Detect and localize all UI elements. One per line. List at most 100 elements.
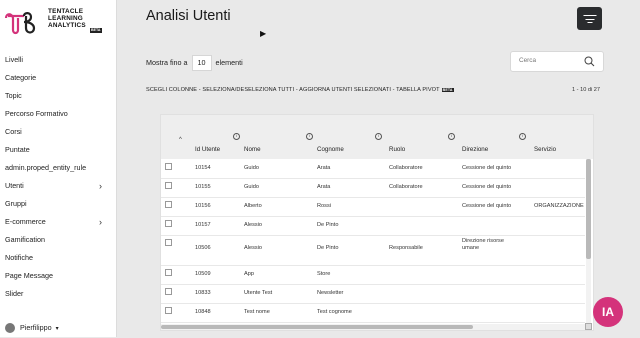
- caret-down-icon: ▾: [55, 326, 59, 332]
- sidebar-item-gruppi[interactable]: Gruppi: [0, 195, 116, 213]
- page-size-select[interactable]: 10: [191, 55, 212, 71]
- sidebar-item-label: Utenti: [5, 181, 24, 190]
- sidebar-item-gamification[interactable]: Gamification: [0, 231, 116, 249]
- page-size-suffix: elementi: [215, 57, 243, 67]
- sidebar-item-label: E-commerce: [5, 217, 46, 226]
- sidebar-item-notifiche[interactable]: Notifiche: [0, 249, 116, 267]
- table-row[interactable]: 10506 Alessio De Pinto Responsabile Direzion…: [161, 235, 585, 266]
- row-checkbox[interactable]: [165, 220, 172, 227]
- filter-button[interactable]: [577, 7, 602, 30]
- sidebar-item-categorie[interactable]: Categorie: [0, 69, 116, 87]
- brand-logo[interactable]: TENTACLE LEARNING ANALYTICS BETA: [4, 8, 112, 38]
- scrollbar-thumb[interactable]: [586, 159, 591, 259]
- ia-assistant-button[interactable]: IA: [593, 297, 623, 327]
- sidebar-item-e-commerce[interactable]: E-commerce ›: [0, 213, 116, 231]
- sidebar-item-label: Gruppi: [5, 199, 27, 208]
- table-cell: 10506: [195, 245, 211, 251]
- column-header[interactable]: Id Utente: [195, 146, 220, 153]
- table-cell: Cessione del quinto: [462, 203, 512, 209]
- avatar: [5, 323, 15, 334]
- info-icon[interactable]: i: [519, 133, 526, 140]
- table-row[interactable]: 10156 Alberto Rossi Cessione del quinto ORGA…: [161, 197, 585, 217]
- sidebar-item-topic[interactable]: Topic: [0, 87, 116, 105]
- sidebar-item-livelli[interactable]: Livelli: [0, 51, 116, 69]
- column-header[interactable]: Servizio: [534, 146, 556, 153]
- table-cell: Collaboratore: [389, 165, 423, 171]
- sort-icon[interactable]: ^: [179, 137, 182, 143]
- user-name: Pierfilippo: [20, 323, 52, 332]
- sidebar-item-label: Page Message: [5, 271, 53, 280]
- table-row[interactable]: 10833 Utente Test Newsletter: [161, 284, 585, 304]
- column-header[interactable]: Ruolo: [389, 146, 405, 153]
- info-icon[interactable]: i: [233, 133, 240, 140]
- user-menu[interactable]: Pierfilippo ▾: [5, 319, 110, 337]
- users-table: ^ Id Utente Nome Cognome Ruolo Direzione Serv…: [160, 114, 594, 331]
- table-cell: Rossi: [317, 203, 331, 209]
- sidebar-item-label: Notifiche: [5, 253, 33, 262]
- table-actions[interactable]: SCEGLI COLONNE - SELEZIONA/DESELEZIONA T…: [146, 87, 454, 93]
- sidebar-menu: Livelli Categorie Topic Percorso Formativo C…: [0, 51, 116, 303]
- row-checkbox[interactable]: [165, 201, 172, 208]
- column-header[interactable]: Cognome: [317, 146, 344, 153]
- table-row[interactable]: 10157 Alessio De Pinto: [161, 216, 585, 236]
- sidebar-item-label: Corsi: [5, 127, 22, 136]
- sidebar-item-corsi[interactable]: Corsi: [0, 123, 116, 141]
- table-row[interactable]: 10155 Guido Arata Collaboratore Cessione del…: [161, 178, 585, 198]
- table-cell: Store: [317, 271, 331, 277]
- vertical-scrollbar[interactable]: [586, 159, 591, 329]
- filter-lines-icon: [583, 15, 596, 17]
- table-cell: Arata: [317, 184, 331, 190]
- info-icon[interactable]: i: [448, 133, 455, 140]
- table-cell: 10154: [195, 165, 211, 171]
- scroll-corner: [585, 323, 592, 330]
- scrollbar-thumb[interactable]: [161, 325, 473, 329]
- table-cell: Alberto: [244, 203, 262, 209]
- table-cell: App: [244, 271, 254, 277]
- table-row[interactable]: 10154 Guido Arata Collaboratore Cessione del…: [161, 159, 585, 179]
- row-checkbox[interactable]: [165, 182, 172, 189]
- table-cell: Utente Test: [244, 290, 273, 296]
- sidebar-item-label: Percorso Formativo: [5, 109, 68, 118]
- table-header: ^ Id Utente Nome Cognome Ruolo Direzione Serv…: [161, 115, 593, 159]
- table-row[interactable]: 10848 Test nome Test cognome: [161, 303, 585, 323]
- chevron-right-icon: ›: [99, 217, 102, 227]
- row-checkbox[interactable]: [165, 269, 172, 276]
- beta-badge: BETA: [90, 28, 102, 33]
- row-checkbox[interactable]: [165, 288, 172, 295]
- sidebar-item-utenti[interactable]: Utenti ›: [0, 177, 116, 195]
- table-cell: ORGANIZZAZIONE: [534, 203, 584, 209]
- info-icon[interactable]: i: [375, 133, 382, 140]
- table-cell: Test nome: [244, 309, 270, 315]
- sidebar-item-label: Slider: [5, 289, 24, 298]
- sidebar-item-label: Gamification: [5, 235, 45, 244]
- column-header[interactable]: Nome: [244, 146, 261, 153]
- table-cell: 10833: [195, 290, 211, 296]
- page-size-prefix: Mostra fino a: [146, 57, 188, 67]
- row-checkbox[interactable]: [165, 307, 172, 314]
- sidebar-item-slider[interactable]: Slider: [0, 285, 116, 303]
- sidebar-item-page-message[interactable]: Page Message: [0, 267, 116, 285]
- search-input[interactable]: Cerca: [510, 51, 604, 72]
- sidebar: TENTACLE LEARNING ANALYTICS BETA Livelli…: [0, 0, 117, 337]
- horizontal-scrollbar[interactable]: [161, 324, 585, 330]
- table-cell: Test cognome: [317, 309, 352, 315]
- sidebar-item-percorso-formativo[interactable]: Percorso Formativo: [0, 105, 116, 123]
- table-cell: De Pinto: [317, 245, 339, 251]
- search-icon[interactable]: [584, 56, 595, 67]
- sidebar-item-admin-proped-entity-rule[interactable]: admin.proped_entity_rule: [0, 159, 116, 177]
- table-cell: Direzione risorse umane: [462, 238, 504, 251]
- table-cell: Guido: [244, 165, 259, 171]
- pivot-beta-badge: BETA: [441, 87, 454, 92]
- sidebar-item-puntate[interactable]: Puntate: [0, 141, 116, 159]
- table-cell: 10156: [195, 203, 211, 209]
- sidebar-item-label: admin.proped_entity_rule: [5, 163, 87, 172]
- column-header[interactable]: Direzione: [462, 146, 488, 153]
- search-placeholder: Cerca: [519, 57, 537, 64]
- table-actions-text[interactable]: SCEGLI COLONNE - SELEZIONA/DESELEZIONA T…: [146, 87, 440, 93]
- table-row[interactable]: 10509 App Store: [161, 265, 585, 285]
- row-checkbox[interactable]: [165, 163, 172, 170]
- row-checkbox[interactable]: [165, 239, 172, 246]
- table-cell: 10848: [195, 309, 211, 315]
- table-cell: 10509: [195, 271, 211, 277]
- info-icon[interactable]: i: [306, 133, 313, 140]
